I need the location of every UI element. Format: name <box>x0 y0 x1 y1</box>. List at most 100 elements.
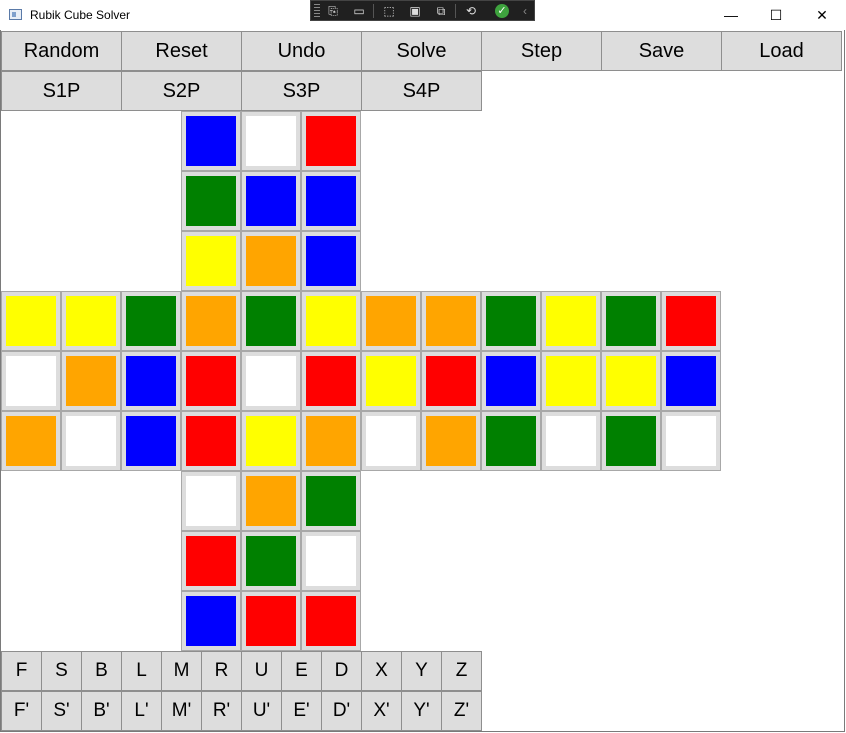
facelet-down-0-2[interactable] <box>301 471 361 531</box>
move-f-button[interactable]: F <box>1 651 42 691</box>
facelet-left-0-1[interactable] <box>61 291 121 351</box>
facelet-left-0-2[interactable] <box>121 291 181 351</box>
move-e-prime-button[interactable]: E' <box>281 691 322 731</box>
pointer-icon[interactable]: ⬚ <box>381 4 397 18</box>
facelet-up-1-2[interactable] <box>301 171 361 231</box>
facelet-back-1-1[interactable] <box>601 351 661 411</box>
move-u-button[interactable]: U <box>241 651 282 691</box>
move-z-prime-button[interactable]: Z' <box>441 691 482 731</box>
facelet-front-0-0[interactable] <box>181 291 241 351</box>
record-icon[interactable]: ▭ <box>351 4 367 18</box>
facelet-back-0-1[interactable] <box>601 291 661 351</box>
facelet-right-2-1[interactable] <box>421 411 481 471</box>
facelet-front-2-1[interactable] <box>241 411 301 471</box>
facelet-left-0-0[interactable] <box>1 291 61 351</box>
move-s-button[interactable]: S <box>41 651 82 691</box>
facelet-back-2-1[interactable] <box>601 411 661 471</box>
facelet-up-1-1[interactable] <box>241 171 301 231</box>
facelet-down-1-1[interactable] <box>241 531 301 591</box>
solve-button[interactable]: Solve <box>361 31 482 71</box>
facelet-left-1-2[interactable] <box>121 351 181 411</box>
move-r-button[interactable]: R <box>201 651 242 691</box>
facelet-right-0-1[interactable] <box>421 291 481 351</box>
minimize-button[interactable]: — <box>708 0 754 30</box>
move-z-button[interactable]: Z <box>441 651 482 691</box>
load-button[interactable]: Load <box>721 31 842 71</box>
maximize-button[interactable]: ☐ <box>753 0 799 30</box>
move-s-prime-button[interactable]: S' <box>41 691 82 731</box>
facelet-left-2-2[interactable] <box>121 411 181 471</box>
close-button[interactable]: ✕ <box>799 0 845 30</box>
move-f-prime-button[interactable]: F' <box>1 691 42 731</box>
grip-icon[interactable] <box>314 4 320 18</box>
facelet-front-2-0[interactable] <box>181 411 241 471</box>
move-m-prime-button[interactable]: M' <box>161 691 202 731</box>
facelet-back-1-2[interactable] <box>661 351 721 411</box>
reset-button[interactable]: Reset <box>121 31 242 71</box>
facelet-down-1-2[interactable] <box>301 531 361 591</box>
facelet-up-0-1[interactable] <box>241 111 301 171</box>
random-button[interactable]: Random <box>1 31 122 71</box>
facelet-back-1-0[interactable] <box>541 351 601 411</box>
facelet-down-1-0[interactable] <box>181 531 241 591</box>
move-u-prime-button[interactable]: U' <box>241 691 282 731</box>
move-d-prime-button[interactable]: D' <box>321 691 362 731</box>
facelet-left-1-1[interactable] <box>61 351 121 411</box>
step-button[interactable]: Step <box>481 31 602 71</box>
facelet-down-2-1[interactable] <box>241 591 301 651</box>
move-d-button[interactable]: D <box>321 651 362 691</box>
facelet-up-0-2[interactable] <box>301 111 361 171</box>
move-x-prime-button[interactable]: X' <box>361 691 402 731</box>
track-focus-icon[interactable]: ⧉ <box>433 4 449 18</box>
facelet-right-2-2[interactable] <box>481 411 541 471</box>
undo-button[interactable]: Undo <box>241 31 362 71</box>
facelet-right-2-0[interactable] <box>361 411 421 471</box>
facelet-left-1-0[interactable] <box>1 351 61 411</box>
facelet-left-2-0[interactable] <box>1 411 61 471</box>
stage-s2p-button[interactable]: S2P <box>121 71 242 111</box>
facelet-up-2-2[interactable] <box>301 231 361 291</box>
select-element-icon[interactable]: ⎘ <box>325 4 341 18</box>
move-y-prime-button[interactable]: Y' <box>401 691 442 731</box>
save-button[interactable]: Save <box>601 31 722 71</box>
stage-s4p-button[interactable]: S4P <box>361 71 482 111</box>
move-m-button[interactable]: M <box>161 651 202 691</box>
move-x-button[interactable]: X <box>361 651 402 691</box>
facelet-down-2-2[interactable] <box>301 591 361 651</box>
move-l-prime-button[interactable]: L' <box>121 691 162 731</box>
collapse-icon[interactable]: ‹ <box>517 4 533 18</box>
facelet-front-0-2[interactable] <box>301 291 361 351</box>
facelet-back-2-2[interactable] <box>661 411 721 471</box>
facelet-up-2-1[interactable] <box>241 231 301 291</box>
layout-adorner-icon[interactable]: ▣ <box>407 4 423 18</box>
facelet-up-0-0[interactable] <box>181 111 241 171</box>
facelet-left-2-1[interactable] <box>61 411 121 471</box>
facelet-back-2-0[interactable] <box>541 411 601 471</box>
move-l-button[interactable]: L <box>121 651 162 691</box>
hot-reload-icon[interactable]: ⟲ <box>463 4 479 18</box>
facelet-front-1-2[interactable] <box>301 351 361 411</box>
move-b-button[interactable]: B <box>81 651 122 691</box>
move-y-button[interactable]: Y <box>401 651 442 691</box>
facelet-right-1-0[interactable] <box>361 351 421 411</box>
move-r-prime-button[interactable]: R' <box>201 691 242 731</box>
facelet-front-1-1[interactable] <box>241 351 301 411</box>
move-e-button[interactable]: E <box>281 651 322 691</box>
facelet-down-0-0[interactable] <box>181 471 241 531</box>
facelet-down-0-1[interactable] <box>241 471 301 531</box>
stage-s1p-button[interactable]: S1P <box>1 71 122 111</box>
facelet-front-1-0[interactable] <box>181 351 241 411</box>
facelet-front-0-1[interactable] <box>241 291 301 351</box>
facelet-front-2-2[interactable] <box>301 411 361 471</box>
facelet-right-0-2[interactable] <box>481 291 541 351</box>
facelet-up-1-0[interactable] <box>181 171 241 231</box>
facelet-back-0-2[interactable] <box>661 291 721 351</box>
facelet-right-1-2[interactable] <box>481 351 541 411</box>
facelet-right-0-0[interactable] <box>361 291 421 351</box>
facelet-back-0-0[interactable] <box>541 291 601 351</box>
facelet-up-2-0[interactable] <box>181 231 241 291</box>
stage-s3p-button[interactable]: S3P <box>241 71 362 111</box>
facelet-right-1-1[interactable] <box>421 351 481 411</box>
move-b-prime-button[interactable]: B' <box>81 691 122 731</box>
facelet-down-2-0[interactable] <box>181 591 241 651</box>
